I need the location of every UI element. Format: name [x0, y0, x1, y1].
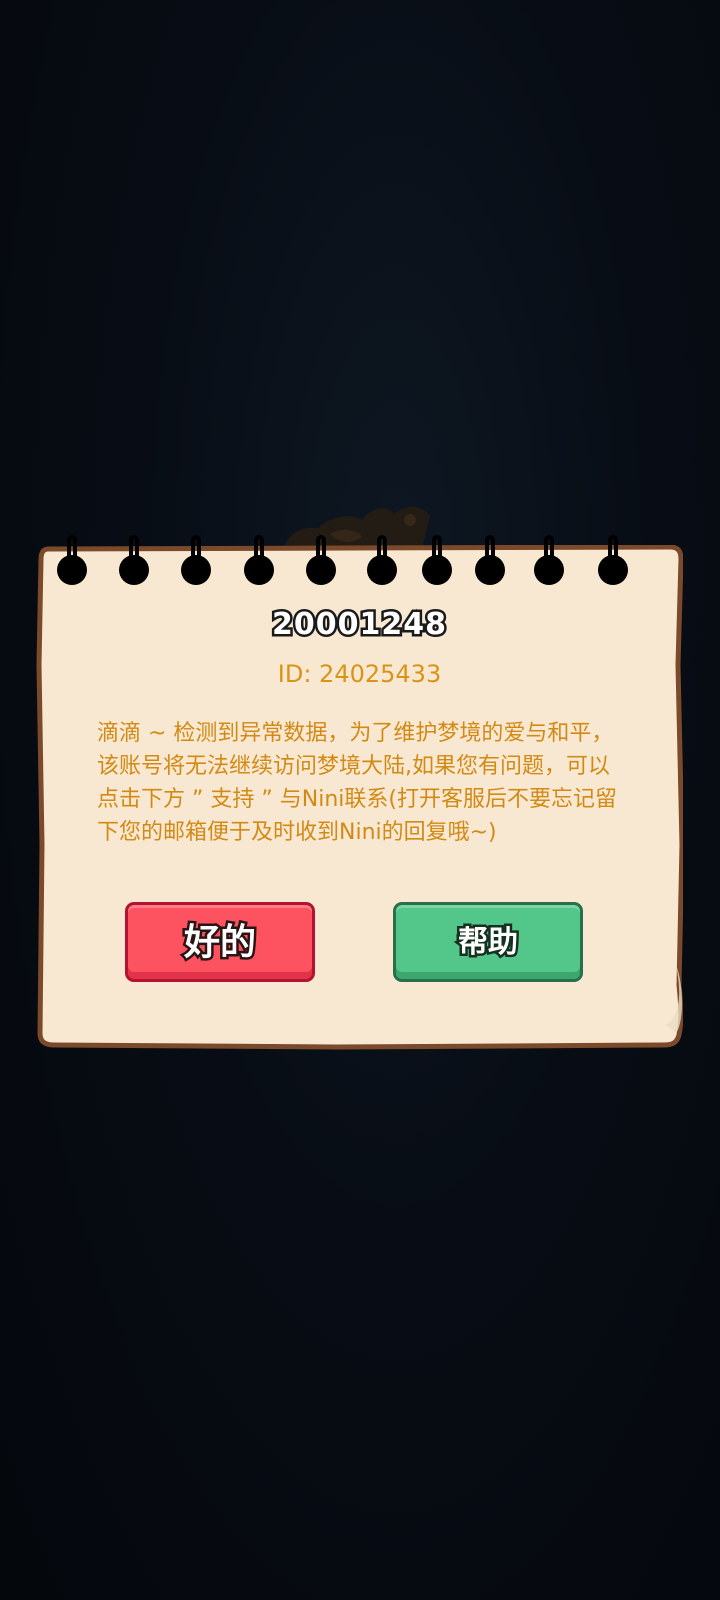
player-id: ID: 24025433 [277, 660, 442, 688]
binding-ring [485, 535, 495, 569]
notebook-binding-holes [36, 535, 683, 585]
binding-ring [608, 535, 618, 569]
help-button-label: 帮助 [456, 923, 521, 963]
binding-ring [544, 535, 554, 569]
help-button[interactable]: 帮助 [393, 902, 583, 982]
account-ban-dialog: 20001248 ID: 24025433 滴滴 ~ 检测到异常数据，为了维护梦… [36, 535, 683, 1050]
player-name: 20001248 [270, 605, 449, 645]
binding-ring [432, 535, 442, 569]
ok-button-label: 好的 [181, 920, 258, 966]
binding-ring [254, 535, 264, 569]
binding-ring [191, 535, 201, 569]
binding-ring [129, 535, 139, 569]
binding-ring [67, 535, 77, 569]
ok-button[interactable]: 好的 [125, 902, 315, 982]
ban-message-text: 滴滴 ~ 检测到异常数据，为了维护梦境的爱与和平，该账号将无法继续访问梦境大陆,… [97, 721, 617, 845]
binding-ring [316, 535, 326, 569]
binding-ring [377, 535, 387, 569]
